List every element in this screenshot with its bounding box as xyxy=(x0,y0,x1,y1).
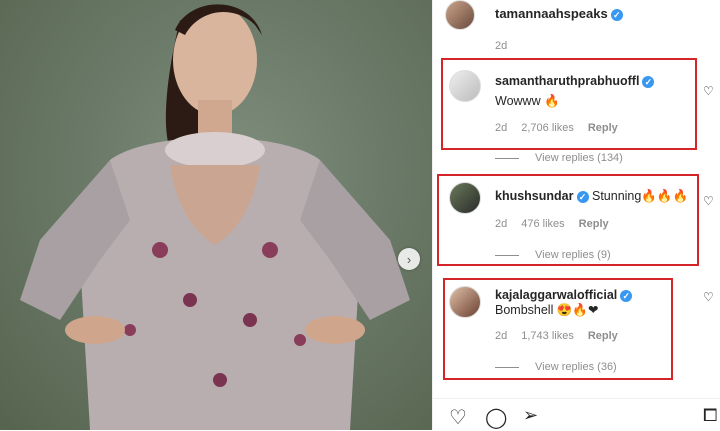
comment-username[interactable]: kajalaggarwalofficial ✓ xyxy=(495,288,633,302)
comment-meta: 2d 2,706 likes Reply xyxy=(495,122,632,134)
view-replies-text[interactable]: View replies (134) xyxy=(535,152,623,164)
author-username-text[interactable]: tamannaahspeaks xyxy=(495,6,608,21)
view-replies-link[interactable]: View replies (9) xyxy=(495,249,611,261)
comment-likes[interactable]: 2,706 likes xyxy=(521,122,574,134)
comment-username[interactable]: samantharuthprabhuoffl ✓ xyxy=(495,74,655,88)
comment-username-text[interactable]: khushsundar xyxy=(495,189,574,203)
verified-icon: ✓ xyxy=(620,289,633,302)
reply-button[interactable]: Reply xyxy=(588,122,618,134)
action-bar: ♡ ◯ ➢ ⧠ xyxy=(433,398,720,431)
comment-text: Stunning🔥🔥🔥 xyxy=(591,189,689,203)
comment-username-text[interactable]: kajalaggarwalofficial xyxy=(495,288,617,302)
next-arrow-icon: › xyxy=(406,251,412,267)
highlight-box xyxy=(441,58,697,150)
verified-icon: ✓ xyxy=(576,190,589,203)
view-replies-text[interactable]: View replies (9) xyxy=(535,249,611,261)
commenter-avatar[interactable] xyxy=(449,286,481,318)
comment-text: Bombshell 😍🔥❤ xyxy=(495,303,599,317)
comment-time: 2d xyxy=(495,122,508,134)
comment-meta: 2d 476 likes Reply xyxy=(495,218,623,230)
previous-comment-time: 2d xyxy=(495,40,508,52)
next-photo-button[interactable]: › xyxy=(398,248,420,270)
comment-username-text[interactable]: samantharuthprabhuoffl xyxy=(495,74,639,88)
post-header: tamannaahspeaks ✓ xyxy=(433,0,720,32)
comments-panel: tamannaahspeaks ✓ 2d samantharuthprabhuof… xyxy=(432,0,720,430)
comment-icon[interactable]: ◯ xyxy=(485,405,507,430)
view-replies-link[interactable]: View replies (134) xyxy=(495,152,623,164)
post-photo xyxy=(0,0,432,430)
verified-icon: ✓ xyxy=(642,75,655,88)
comment-time: 2d xyxy=(495,218,508,230)
comment-username[interactable]: khushsundar ✓ Stunning🔥🔥🔥 xyxy=(495,189,688,204)
view-replies-link[interactable]: View replies (36) xyxy=(495,361,617,373)
reply-button[interactable]: Reply xyxy=(588,330,618,342)
heart-icon[interactable]: ♡ xyxy=(449,405,467,430)
commenter-avatar[interactable] xyxy=(449,70,481,102)
photo-illustration xyxy=(20,4,410,430)
commenter-avatar[interactable] xyxy=(449,182,481,214)
view-replies-text[interactable]: View replies (36) xyxy=(535,361,617,373)
heart-icon[interactable]: ♡ xyxy=(703,194,714,208)
comment-text: Wowww 🔥 xyxy=(495,94,560,108)
comment-meta: 2d 1,743 likes Reply xyxy=(495,330,632,342)
comment-likes[interactable]: 476 likes xyxy=(521,218,564,230)
reply-button[interactable]: Reply xyxy=(579,218,609,230)
author-username[interactable]: tamannaahspeaks ✓ xyxy=(495,6,623,21)
comment-likes[interactable]: 1,743 likes xyxy=(521,330,574,342)
share-icon[interactable]: ➢ xyxy=(523,405,538,426)
verified-icon: ✓ xyxy=(610,8,623,21)
save-icon[interactable]: ⧠ xyxy=(703,405,717,426)
comment-time: 2d xyxy=(495,330,508,342)
heart-icon[interactable]: ♡ xyxy=(703,290,714,304)
heart-icon[interactable]: ♡ xyxy=(703,84,714,98)
author-avatar[interactable] xyxy=(445,0,475,30)
